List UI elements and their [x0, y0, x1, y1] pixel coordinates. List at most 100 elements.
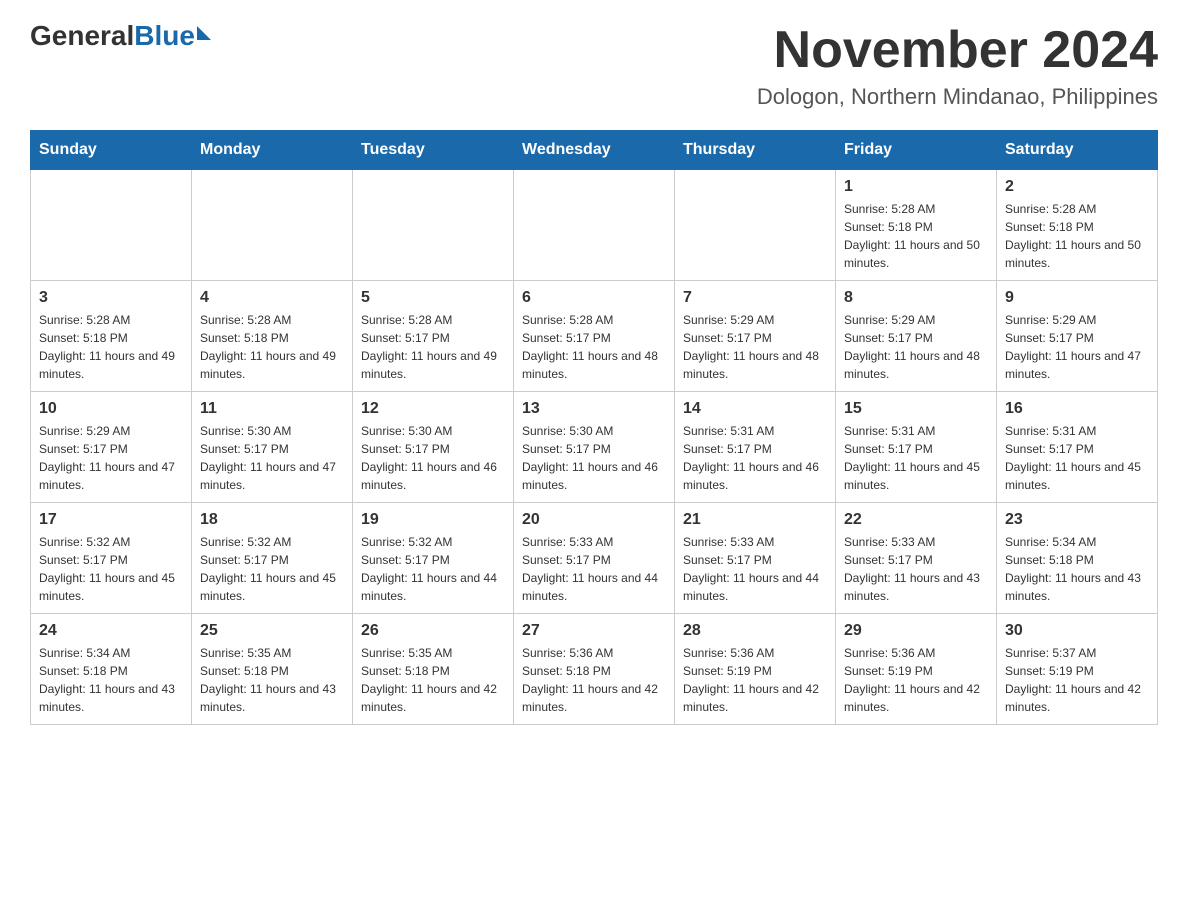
calendar-cell: 21 Sunrise: 5:33 AMSunset: 5:17 PMDayligh… — [675, 503, 836, 614]
day-info: Sunrise: 5:31 AMSunset: 5:17 PMDaylight:… — [844, 422, 988, 494]
day-info: Sunrise: 5:32 AMSunset: 5:17 PMDaylight:… — [361, 533, 505, 605]
calendar-table: SundayMondayTuesdayWednesdayThursdayFrid… — [30, 130, 1158, 725]
day-info: Sunrise: 5:31 AMSunset: 5:17 PMDaylight:… — [1005, 422, 1149, 494]
day-info: Sunrise: 5:28 AMSunset: 5:17 PMDaylight:… — [361, 311, 505, 383]
calendar-cell: 4Sunrise: 5:28 AMSunset: 5:18 PMDaylight… — [192, 281, 353, 392]
day-info: Sunrise: 5:36 AMSunset: 5:19 PMDaylight:… — [844, 644, 988, 716]
calendar-week-row: 17 Sunrise: 5:32 AMSunset: 5:17 PMDayligh… — [31, 503, 1158, 614]
page-title: November 2024 — [757, 20, 1158, 80]
day-number: 25 — [200, 622, 344, 640]
calendar-cell: 19 Sunrise: 5:32 AMSunset: 5:17 PMDayligh… — [353, 503, 514, 614]
day-info: Sunrise: 5:36 AMSunset: 5:18 PMDaylight:… — [522, 644, 666, 716]
calendar-cell — [31, 170, 192, 281]
day-info: Sunrise: 5:30 AMSunset: 5:17 PMDaylight:… — [200, 422, 344, 494]
day-info: Sunrise: 5:31 AMSunset: 5:17 PMDaylight:… — [683, 422, 827, 494]
calendar-cell — [192, 170, 353, 281]
day-info: Sunrise: 5:30 AMSunset: 5:17 PMDaylight:… — [361, 422, 505, 494]
calendar-header-monday: Monday — [192, 131, 353, 170]
day-number: 21 — [683, 511, 827, 529]
day-number: 28 — [683, 622, 827, 640]
calendar-header-sunday: Sunday — [31, 131, 192, 170]
day-info: Sunrise: 5:28 AMSunset: 5:18 PMDaylight:… — [1005, 200, 1149, 272]
calendar-week-row: 1 Sunrise: 5:28 AMSunset: 5:18 PMDaylight… — [31, 170, 1158, 281]
calendar-cell: 9 Sunrise: 5:29 AMSunset: 5:17 PMDaylight… — [997, 281, 1158, 392]
logo-general: General — [30, 20, 134, 52]
logo-text: GeneralBlue — [30, 20, 211, 52]
calendar-week-row: 3Sunrise: 5:28 AMSunset: 5:18 PMDaylight… — [31, 281, 1158, 392]
day-number: 9 — [1005, 289, 1149, 307]
calendar-cell: 26 Sunrise: 5:35 AMSunset: 5:18 PMDayligh… — [353, 614, 514, 725]
calendar-cell: 24Sunrise: 5:34 AMSunset: 5:18 PMDayligh… — [31, 614, 192, 725]
calendar-week-row: 10Sunrise: 5:29 AMSunset: 5:17 PMDayligh… — [31, 392, 1158, 503]
calendar-cell: 28 Sunrise: 5:36 AMSunset: 5:19 PMDayligh… — [675, 614, 836, 725]
calendar-cell: 30Sunrise: 5:37 AMSunset: 5:19 PMDayligh… — [997, 614, 1158, 725]
calendar-cell: 6 Sunrise: 5:28 AMSunset: 5:17 PMDaylight… — [514, 281, 675, 392]
calendar-cell: 29 Sunrise: 5:36 AMSunset: 5:19 PMDayligh… — [836, 614, 997, 725]
calendar-cell: 17 Sunrise: 5:32 AMSunset: 5:17 PMDayligh… — [31, 503, 192, 614]
day-info: Sunrise: 5:29 AMSunset: 5:17 PMDaylight:… — [1005, 311, 1149, 383]
day-number: 7 — [683, 289, 827, 307]
calendar-cell: 1 Sunrise: 5:28 AMSunset: 5:18 PMDaylight… — [836, 170, 997, 281]
day-info: Sunrise: 5:28 AMSunset: 5:18 PMDaylight:… — [39, 311, 183, 383]
day-number: 19 — [361, 511, 505, 529]
calendar-cell: 14 Sunrise: 5:31 AMSunset: 5:17 PMDayligh… — [675, 392, 836, 503]
day-info: Sunrise: 5:36 AMSunset: 5:19 PMDaylight:… — [683, 644, 827, 716]
title-area: November 2024 Dologon, Northern Mindanao… — [757, 20, 1158, 110]
calendar-cell — [675, 170, 836, 281]
day-info: Sunrise: 5:37 AMSunset: 5:19 PMDaylight:… — [1005, 644, 1149, 716]
calendar-cell — [353, 170, 514, 281]
day-number: 18 — [200, 511, 344, 529]
calendar-cell: 15Sunrise: 5:31 AMSunset: 5:17 PMDayligh… — [836, 392, 997, 503]
day-info: Sunrise: 5:28 AMSunset: 5:17 PMDaylight:… — [522, 311, 666, 383]
calendar-cell: 11Sunrise: 5:30 AMSunset: 5:17 PMDayligh… — [192, 392, 353, 503]
day-number: 16 — [1005, 400, 1149, 418]
day-number: 8 — [844, 289, 988, 307]
calendar-cell: 23 Sunrise: 5:34 AMSunset: 5:18 PMDayligh… — [997, 503, 1158, 614]
calendar-cell: 18 Sunrise: 5:32 AMSunset: 5:17 PMDayligh… — [192, 503, 353, 614]
calendar-cell — [514, 170, 675, 281]
day-info: Sunrise: 5:29 AMSunset: 5:17 PMDaylight:… — [39, 422, 183, 494]
logo-blue-text: Blue — [134, 20, 195, 52]
day-number: 23 — [1005, 511, 1149, 529]
logo-area: GeneralBlue — [30, 20, 211, 52]
day-number: 26 — [361, 622, 505, 640]
calendar-cell: 16 Sunrise: 5:31 AMSunset: 5:17 PMDayligh… — [997, 392, 1158, 503]
calendar-cell: 8Sunrise: 5:29 AMSunset: 5:17 PMDaylight… — [836, 281, 997, 392]
day-info: Sunrise: 5:28 AMSunset: 5:18 PMDaylight:… — [200, 311, 344, 383]
day-info: Sunrise: 5:32 AMSunset: 5:17 PMDaylight:… — [200, 533, 344, 605]
day-number: 24 — [39, 622, 183, 640]
day-info: Sunrise: 5:28 AMSunset: 5:18 PMDaylight:… — [844, 200, 988, 272]
calendar-header-saturday: Saturday — [997, 131, 1158, 170]
calendar-cell: 22 Sunrise: 5:33 AMSunset: 5:17 PMDayligh… — [836, 503, 997, 614]
day-number: 5 — [361, 289, 505, 307]
day-number: 6 — [522, 289, 666, 307]
calendar-cell: 12 Sunrise: 5:30 AMSunset: 5:17 PMDayligh… — [353, 392, 514, 503]
day-info: Sunrise: 5:33 AMSunset: 5:17 PMDaylight:… — [683, 533, 827, 605]
day-info: Sunrise: 5:35 AMSunset: 5:18 PMDaylight:… — [361, 644, 505, 716]
calendar-cell: 20Sunrise: 5:33 AMSunset: 5:17 PMDayligh… — [514, 503, 675, 614]
day-info: Sunrise: 5:33 AMSunset: 5:17 PMDaylight:… — [844, 533, 988, 605]
day-number: 29 — [844, 622, 988, 640]
day-info: Sunrise: 5:32 AMSunset: 5:17 PMDaylight:… — [39, 533, 183, 605]
day-number: 1 — [844, 178, 988, 196]
calendar-header-thursday: Thursday — [675, 131, 836, 170]
day-info: Sunrise: 5:29 AMSunset: 5:17 PMDaylight:… — [683, 311, 827, 383]
day-number: 14 — [683, 400, 827, 418]
day-number: 12 — [361, 400, 505, 418]
day-number: 13 — [522, 400, 666, 418]
calendar-header-friday: Friday — [836, 131, 997, 170]
calendar-header-tuesday: Tuesday — [353, 131, 514, 170]
calendar-cell: 2Sunrise: 5:28 AMSunset: 5:18 PMDaylight… — [997, 170, 1158, 281]
day-info: Sunrise: 5:30 AMSunset: 5:17 PMDaylight:… — [522, 422, 666, 494]
logo-triangle-icon — [197, 26, 211, 40]
calendar-header-wednesday: Wednesday — [514, 131, 675, 170]
calendar-cell: 7 Sunrise: 5:29 AMSunset: 5:17 PMDaylight… — [675, 281, 836, 392]
calendar-cell: 5 Sunrise: 5:28 AMSunset: 5:17 PMDaylight… — [353, 281, 514, 392]
day-number: 22 — [844, 511, 988, 529]
calendar-cell: 13 Sunrise: 5:30 AMSunset: 5:17 PMDayligh… — [514, 392, 675, 503]
calendar-week-row: 24Sunrise: 5:34 AMSunset: 5:18 PMDayligh… — [31, 614, 1158, 725]
day-info: Sunrise: 5:35 AMSunset: 5:18 PMDaylight:… — [200, 644, 344, 716]
day-number: 17 — [39, 511, 183, 529]
day-info: Sunrise: 5:34 AMSunset: 5:18 PMDaylight:… — [1005, 533, 1149, 605]
header-area: GeneralBlue November 2024 Dologon, North… — [30, 20, 1158, 110]
